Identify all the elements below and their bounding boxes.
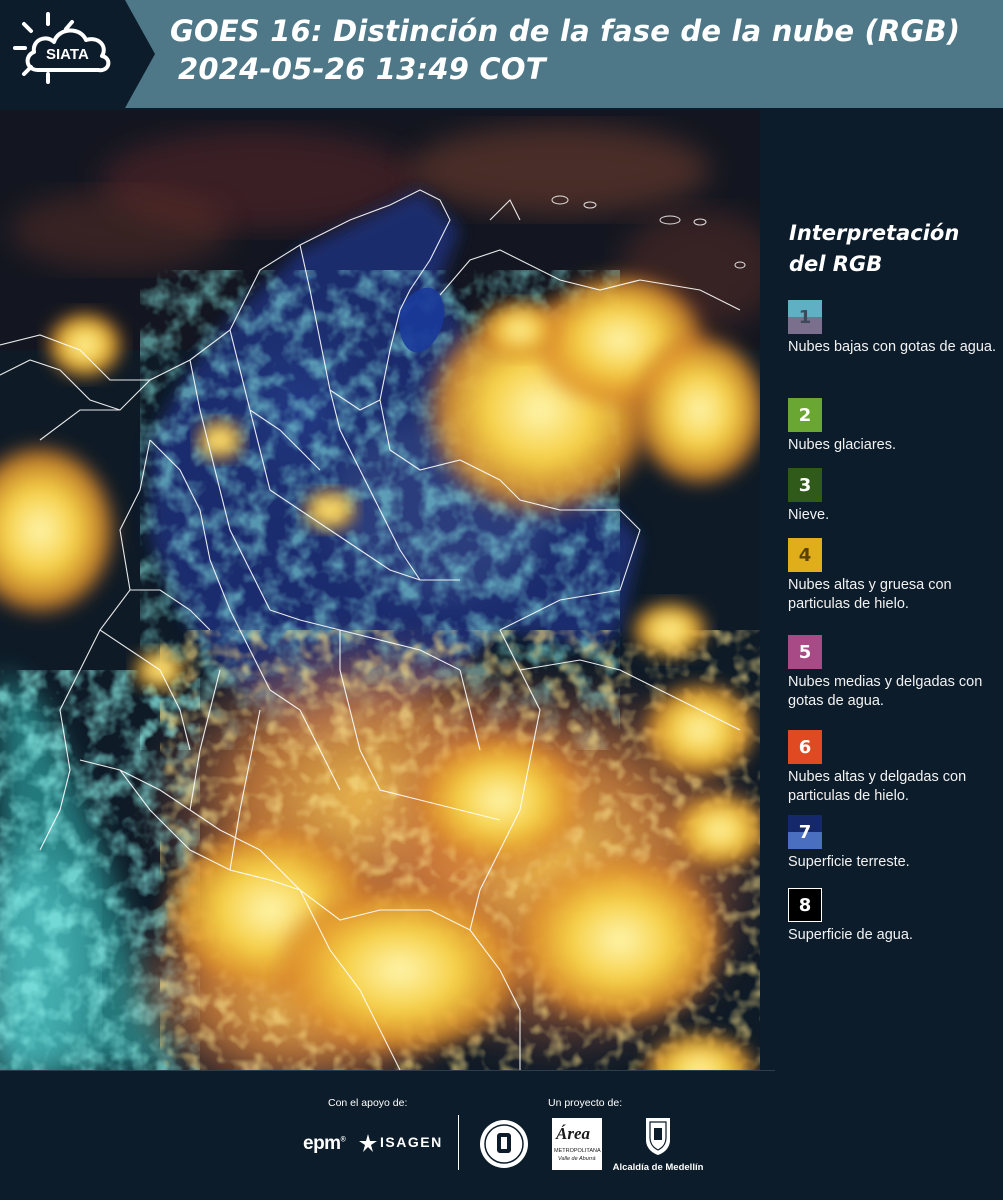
isagen-star-icon: [359, 1134, 377, 1152]
footer-divider-line: [0, 1070, 775, 1071]
legend-item-5: 5 Nubes medias y delgadas con gotas de ag…: [788, 635, 998, 711]
legend-swatch-4: 4: [788, 538, 822, 572]
legend-label: Superficie terreste.: [788, 854, 910, 870]
legend-item-1: 1 Nubes bajas con gotas de agua.: [788, 300, 998, 357]
legend-label: Nubes glaciares.: [788, 437, 896, 453]
legend-number: 6: [798, 736, 812, 758]
legend-item-4: 4 Nubes altas y gruesa con particulas de …: [788, 538, 998, 614]
legend-label: Nubes altas y gruesa con particulas de h…: [788, 577, 952, 612]
legend-swatch-1: 1: [788, 300, 822, 334]
university-seal-icon[interactable]: [478, 1118, 530, 1170]
footer: Con el apoyo de: Un proyecto de: epm® IS…: [0, 1070, 1003, 1200]
area-logo-sub1: METROPOLITANA: [554, 1148, 601, 1154]
legend-number: 3: [798, 474, 812, 496]
legend-label: Nubes altas y delgadas con particulas de…: [788, 769, 967, 804]
header-bar: SIATA GOES 16: Distinción de la fase de …: [0, 0, 1003, 108]
legend-swatch-8: 8: [788, 888, 822, 922]
legend-label: Nubes bajas con gotas de agua.: [788, 339, 996, 355]
page-title: GOES 16: Distinción de la fase de la nub…: [170, 12, 990, 88]
legend-swatch-6: 6: [788, 730, 822, 764]
legend-swatch-3: 3: [788, 468, 822, 502]
title-datetime: 2024-05-26 13:49 COT: [178, 52, 546, 86]
legend-number: 4: [798, 544, 812, 566]
legend-item-8: 8 Superficie de agua.: [788, 888, 998, 945]
legend-label: Nubes medias y delgadas con gotas de agu…: [788, 674, 983, 709]
legend-item-7: 7 Superficie terreste.: [788, 815, 998, 872]
legend-number: 2: [798, 404, 812, 426]
alcaldia-shield-icon: [646, 1118, 670, 1155]
legend-item-2: 2 Nubes glaciares.: [788, 398, 998, 455]
area-logo-sub2: Valle de Aburrá: [558, 1156, 596, 1162]
legend-swatch-2: 2: [788, 398, 822, 432]
siata-logo[interactable]: SIATA: [0, 0, 155, 108]
legend-title-line1: Interpretación: [789, 221, 960, 245]
area-logo-text: Área: [556, 1124, 590, 1143]
footer-separator: [458, 1115, 459, 1170]
legend-item-6: 6 Nubes altas y delgadas con particulas d…: [788, 730, 998, 806]
satellite-map[interactable]: [0, 110, 760, 1070]
legend-item-3: 3 Nieve.: [788, 468, 998, 525]
project-label: Un proyecto de:: [548, 1097, 623, 1109]
legend-number: 1: [798, 306, 812, 328]
epm-logo-text: epm: [303, 1133, 341, 1154]
title-product: GOES 16: Distinción de la fase de la nub…: [170, 14, 961, 48]
area-metropolitana-logo[interactable]: Área METROPOLITANA Valle de Aburrá: [552, 1118, 602, 1174]
epm-logo[interactable]: epm®: [303, 1133, 346, 1155]
legend-number: 5: [798, 641, 812, 663]
alcaldia-medellin-logo[interactable]: Alcaldía de Medellín: [610, 1116, 706, 1173]
alcaldia-label: Alcaldía de Medellín: [612, 1162, 704, 1173]
siata-logo-text: SIATA: [46, 46, 89, 63]
rgb-satellite-image: [0, 110, 760, 1070]
legend-label: Superficie de agua.: [788, 927, 913, 943]
support-label: Con el apoyo de:: [328, 1097, 408, 1109]
legend-title: Interpretación del RGB: [789, 218, 989, 280]
legend-number: 8: [798, 894, 812, 916]
legend-title-line2: del RGB: [789, 252, 883, 276]
legend-panel: Interpretación del RGB 1 Nubes bajas con …: [763, 110, 1003, 1070]
legend-label: Nieve.: [788, 507, 830, 523]
legend-swatch-5: 5: [788, 635, 822, 669]
legend-number: 7: [798, 821, 812, 843]
isagen-logo[interactable]: ISAGEN: [380, 1134, 443, 1150]
legend-swatch-7: 7: [788, 815, 822, 849]
